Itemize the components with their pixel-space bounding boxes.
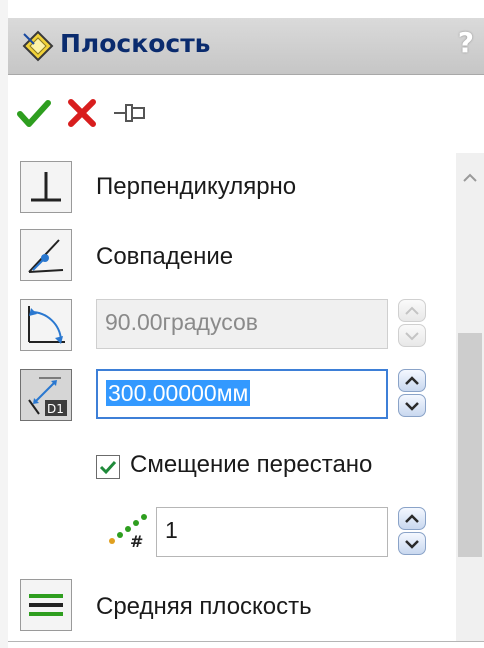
count-spin-up[interactable] <box>398 507 426 530</box>
mid-plane-button[interactable] <box>20 579 72 631</box>
action-toolbar <box>8 75 484 154</box>
count-input[interactable]: 1 <box>156 507 388 557</box>
vertical-scrollbar[interactable] <box>456 153 484 641</box>
chevron-down-icon <box>405 332 419 341</box>
distance-spinner[interactable] <box>398 369 426 419</box>
panel-left-border <box>0 0 8 648</box>
chevron-down-icon <box>405 402 419 411</box>
angle-spinner[interactable] <box>398 299 426 349</box>
distance-input[interactable]: 300.00000мм <box>96 369 388 419</box>
svg-text:D1: D1 <box>47 402 64 416</box>
angle-icon <box>28 306 65 344</box>
flip-offset-label: Смещение перестано <box>130 451 373 478</box>
checkmark-icon[interactable] <box>16 95 52 131</box>
count-spinner[interactable] <box>398 507 426 557</box>
perpendicular-button[interactable] <box>20 161 72 213</box>
distance-spin-down[interactable] <box>398 394 426 417</box>
scrollbar-thumb[interactable] <box>458 333 482 557</box>
mid-plane-label: Средняя плоскость <box>96 593 312 620</box>
chevron-up-icon <box>405 306 419 315</box>
pushpin-icon[interactable] <box>112 95 148 131</box>
mid-plane-icon <box>29 594 63 616</box>
coincident-label: Совпадение <box>96 243 234 270</box>
panel-title: Плоскость <box>60 29 211 58</box>
angle-spin-down[interactable] <box>398 324 426 347</box>
perpendicular-label: Перпендикулярно <box>96 173 297 200</box>
title-bar: Плоскость ? <box>8 18 484 75</box>
coincident-icon <box>28 239 64 273</box>
chevron-up-icon <box>405 514 419 523</box>
scroll-up-arrow-icon[interactable] <box>462 171 478 183</box>
angle-input[interactable]: 90.00градусов <box>96 299 388 349</box>
coincident-button[interactable] <box>20 229 72 281</box>
chevron-down-icon <box>405 540 419 549</box>
distance-spin-up[interactable] <box>398 369 426 392</box>
checkbox-check-icon <box>99 460 117 475</box>
plane-feature-icon <box>22 30 54 62</box>
angle-button[interactable] <box>20 299 72 351</box>
chevron-up-icon <box>405 376 419 385</box>
panel-bottom-border <box>8 641 484 642</box>
svg-text:#: # <box>130 532 143 549</box>
perpendicular-icon <box>31 172 61 202</box>
pattern-count-icon: # <box>109 514 147 549</box>
count-spin-down[interactable] <box>398 532 426 555</box>
plane-options: Перпендикулярно Совпадение 90.00градусов <box>8 153 456 641</box>
offset-distance-icon: D1 <box>28 377 67 416</box>
offset-distance-button[interactable]: D1 <box>20 369 72 421</box>
flip-offset-checkbox[interactable] <box>96 455 120 479</box>
angle-spin-up[interactable] <box>398 299 426 322</box>
cross-icon[interactable] <box>64 95 100 131</box>
help-icon[interactable]: ? <box>458 26 474 59</box>
distance-value-selected: 300.00000мм <box>106 380 251 406</box>
plane-property-manager: Плоскость ? Перпендикулярно Совпадение 9… <box>0 0 484 648</box>
